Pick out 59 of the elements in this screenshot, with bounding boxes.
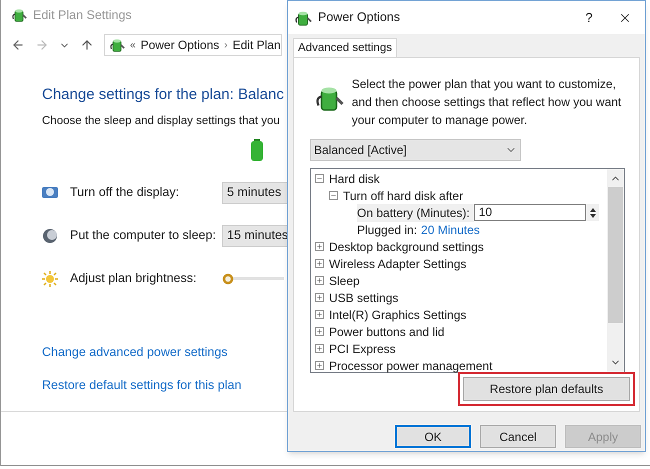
power-plug-icon (11, 7, 27, 23)
expand-icon[interactable] (315, 344, 324, 353)
breadcrumb-item[interactable]: Edit Plan (232, 36, 281, 54)
setting-value-link[interactable]: 20 Minutes (421, 220, 480, 238)
tree-item[interactable]: Power buttons and lid (329, 322, 444, 340)
scrollbar-thumb[interactable] (608, 187, 623, 323)
setting-label: Turn off the display: (70, 184, 180, 202)
battery-icon (250, 138, 264, 161)
tree-item[interactable]: Processor power management (329, 356, 492, 374)
tree-item[interactable]: Sleep (329, 272, 360, 290)
brightness-slider[interactable] (222, 272, 284, 285)
tree-item[interactable]: Turn off hard disk after (343, 186, 464, 204)
tree-item[interactable]: Desktop background settings (329, 238, 484, 256)
dialog-title: Power Options (318, 9, 400, 26)
expand-icon[interactable] (315, 242, 324, 251)
intro-text: Select the power plan that you want to customize, and then choose settings that reflect how you want your computer to manage power. (352, 76, 622, 129)
power-plug-icon (294, 8, 312, 26)
breadcrumb-item[interactable]: Power Options (140, 36, 220, 54)
collapse-icon[interactable] (315, 174, 324, 183)
link[interactable]: Restore default settings for this plan (42, 376, 242, 394)
help-button[interactable]: ? (574, 8, 604, 28)
moon-icon (42, 228, 58, 244)
tree-item[interactable]: USB settings (329, 288, 398, 306)
address-bar[interactable]: « Power Options › Edit Plan (104, 34, 282, 56)
back-icon[interactable] (11, 38, 25, 52)
expand-icon[interactable] (315, 310, 324, 319)
expand-icon[interactable] (315, 259, 324, 268)
tree-item[interactable]: Hard disk (329, 170, 380, 188)
window-title: Edit Plan Settings (33, 6, 132, 24)
up-icon[interactable] (80, 38, 94, 52)
restore-defaults-button[interactable]: Restore plan defaults (463, 377, 630, 401)
expand-icon[interactable] (315, 327, 324, 336)
setting-label: Plugged in: (357, 222, 418, 238)
expand-icon[interactable] (315, 276, 324, 285)
minutes-spinbox[interactable]: 10 (474, 204, 599, 221)
dialog-button[interactable]: Cancel (480, 425, 556, 448)
tab[interactable]: Advanced settings (293, 38, 397, 57)
setting-label: Adjust plan brightness: (70, 270, 198, 288)
setting-label: Put the computer to sleep: (70, 227, 215, 244)
page-subtitle: Choose the sleep and display settings that you (42, 114, 280, 128)
forward-icon[interactable] (35, 38, 49, 52)
slider-thumb[interactable] (222, 272, 234, 285)
power-plug-icon (109, 37, 125, 53)
expand-icon[interactable] (315, 293, 324, 302)
link[interactable]: Change advanced power settings (42, 342, 242, 362)
expand-icon[interactable] (315, 361, 324, 370)
tree-item[interactable]: PCI Express (329, 340, 396, 358)
breadcrumb-separator: › (224, 38, 228, 52)
plan-dropdown[interactable]: Balanced [Active] (310, 139, 521, 161)
overflow-chevrons[interactable]: « (130, 38, 136, 52)
page-heading: Change settings for the plan: Balanc (42, 85, 284, 105)
scrollbar[interactable] (607, 169, 624, 372)
sun-icon (41, 270, 59, 288)
monitor-icon (41, 184, 59, 201)
dialog-button[interactable]: OK (395, 425, 471, 448)
tree-item[interactable]: Intel(R) Graphics Settings (329, 306, 466, 324)
collapse-icon[interactable] (329, 191, 338, 200)
tree-item[interactable]: Wireless Adapter Settings (329, 254, 466, 272)
setting-label: On battery (Minutes): (357, 204, 474, 222)
